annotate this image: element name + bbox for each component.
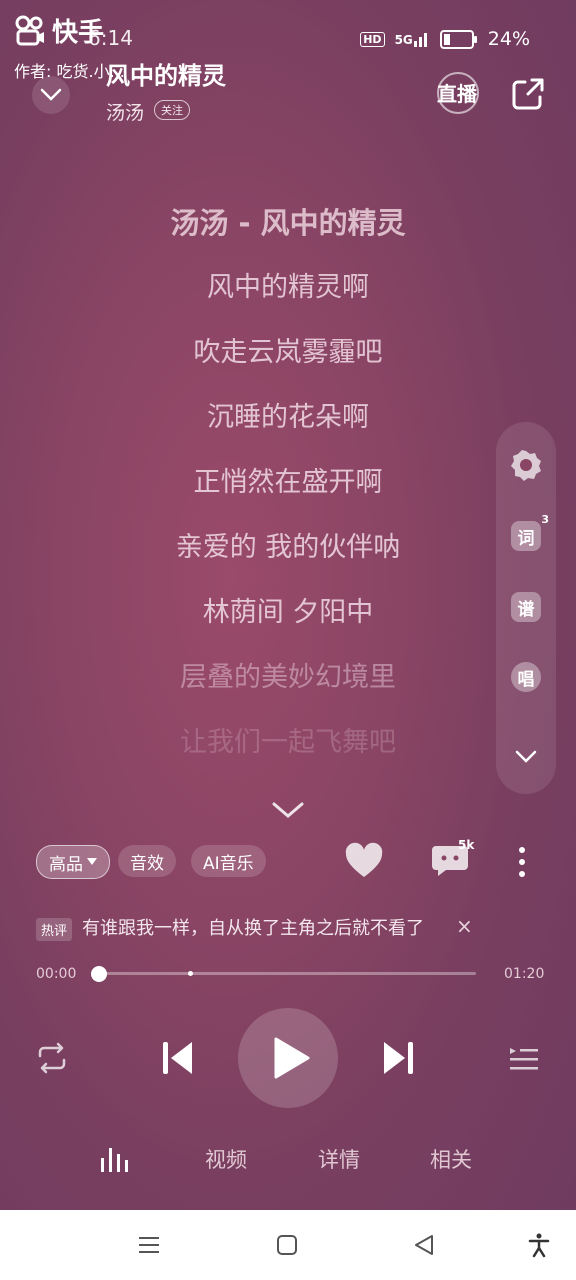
playlist-icon[interactable] [506,1040,542,1076]
total-time: 01:20 [504,966,545,982]
tab-related[interactable]: 相关 [430,1144,472,1174]
lyric-line: 沉睡的花朵啊 [207,402,369,433]
lyrics-count: 3 [541,513,549,526]
lyrics-expand-chevron-icon[interactable] [270,798,306,822]
back-icon[interactable] [412,1232,438,1258]
current-time: 00:00 [36,966,77,982]
tab-video[interactable]: 视频 [205,1144,247,1174]
lyric-line: 风中的精灵啊 [207,272,369,303]
score-tool-icon: 谱 [511,592,541,622]
lyric-line: 层叠的美妙幻境里 [180,662,396,693]
more-options-icon[interactable] [512,844,532,880]
song-title: 风中的精灵 [106,62,226,90]
lyrics-tool-icon: 词3 [511,513,549,551]
artist-name[interactable]: 汤汤 [106,98,144,125]
collapse-button[interactable] [32,76,70,114]
battery-icon [439,29,477,49]
lyric-line: 林荫间 夕阳中 [202,597,374,628]
chevron-down-icon [40,88,62,101]
live-button[interactable]: 直播 [432,76,482,114]
lyrics-tool-button[interactable]: 词3 [507,513,549,555]
side-tool-panel: 词3 谱 唱 [496,422,556,794]
hot-comment-tag: 热评 [36,918,73,941]
network-icon: 5G [395,31,430,47]
progress-marker [188,971,193,976]
home-icon[interactable] [274,1232,300,1258]
follow-button[interactable]: 关注 [154,100,190,120]
lyrics-tool-label: 词 [517,528,535,549]
lyric-line: 吹走云岚雾霾吧 [193,337,383,368]
lyric-line: 让我们一起飞舞吧 [180,727,396,758]
sound-effect-button[interactable]: 音效 [118,845,176,877]
tab-player-equalizer-icon[interactable] [100,1144,132,1172]
status-time: 6:14 [88,26,133,50]
comment-count: 5k [458,838,475,852]
settings-button[interactable] [507,446,545,484]
side-panel-collapse-button[interactable] [507,738,545,776]
progress-track[interactable] [98,972,476,975]
accessibility-icon[interactable] [526,1232,552,1258]
quality-label: 高品 [49,854,83,875]
progress-thumb[interactable] [91,966,107,982]
gear-icon [511,450,541,481]
repeat-icon[interactable] [34,1040,70,1076]
battery-level: 24% [487,28,530,50]
sing-tool-button[interactable]: 唱 [507,658,545,696]
ai-music-button[interactable]: AI音乐 [191,845,266,877]
lyric-title: 汤汤 - 风中的精灵 [170,206,406,240]
chevron-down-icon [515,750,537,763]
previous-track-icon[interactable] [160,1036,196,1080]
score-tool-label: 谱 [517,599,535,620]
system-nav-bar [0,1210,576,1280]
tab-details[interactable]: 详情 [318,1144,360,1174]
play-button[interactable] [238,1008,338,1108]
hd-badge: HD [360,31,385,47]
status-indicators: HD 5G 24% [360,28,530,50]
next-track-icon[interactable] [380,1036,416,1080]
share-icon[interactable] [510,76,546,112]
lyric-line: 亲爱的 我的伙伴呐 [175,532,401,563]
signal-icon [413,33,427,47]
lyric-line: 正悄然在盛开啊 [193,467,383,498]
quality-selector[interactable]: 高品 [36,845,110,879]
score-tool-button[interactable]: 谱 [507,588,545,626]
sing-tool-label: 唱 [517,669,535,690]
lyrics-panel[interactable]: 汤汤 - 风中的精灵 风中的精灵啊 吹走云岚雾霾吧 沉睡的花朵啊 正悄然在盛开啊… [0,200,576,785]
hot-comment-text[interactable]: 有谁跟我一样，自从换了主角之后就不看了 [82,914,424,940]
menu-icon[interactable] [136,1232,162,1258]
kuaishou-logo-icon [15,15,44,45]
network-label: 5G [394,33,413,47]
heart-icon[interactable] [344,842,384,880]
hot-comment-close-icon[interactable]: × [456,914,473,938]
sing-tool-icon: 唱 [511,662,541,692]
play-icon [274,1037,310,1079]
caret-down-icon [87,858,97,865]
